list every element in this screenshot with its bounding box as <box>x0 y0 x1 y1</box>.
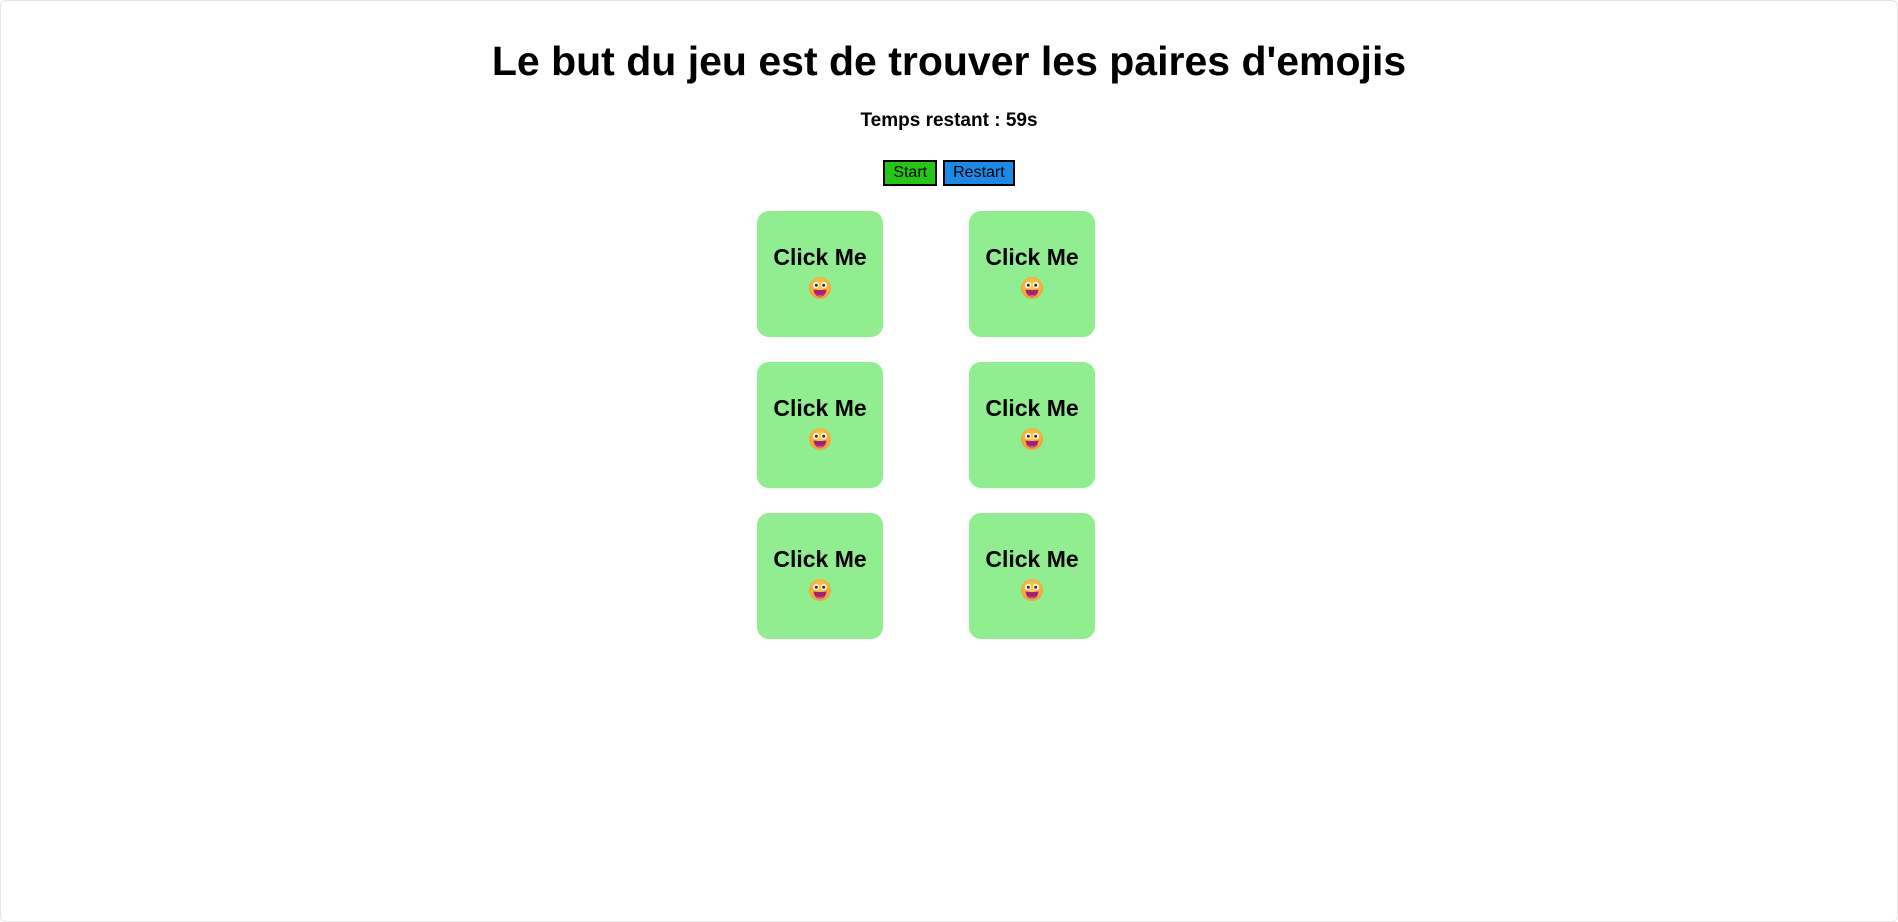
timer-display: Temps restant : 59s <box>860 110 1038 131</box>
memory-card[interactable]: Click Me <box>757 362 883 488</box>
restart-button[interactable]: Restart <box>943 160 1015 186</box>
card-label: Click Me <box>985 546 1079 572</box>
memory-card[interactable]: Click Me <box>969 362 1095 488</box>
page-title: Le but du jeu est de trouver les paires … <box>491 38 1407 84</box>
grinning-face-icon <box>809 579 831 601</box>
card-grid: Click Me Click Me Click Me Click Me Clic… <box>757 211 1095 639</box>
grinning-face-icon <box>809 277 831 299</box>
card-label: Click Me <box>773 244 867 270</box>
card-label: Click Me <box>985 395 1079 421</box>
card-label: Click Me <box>985 244 1079 270</box>
memory-card[interactable]: Click Me <box>757 211 883 337</box>
memory-card[interactable]: Click Me <box>969 211 1095 337</box>
game-controls: Start Restart <box>1 160 1897 186</box>
card-label: Click Me <box>773 546 867 572</box>
page-frame: Le but du jeu est de trouver les paires … <box>0 0 1898 922</box>
card-label: Click Me <box>773 395 867 421</box>
grinning-face-icon <box>1021 579 1043 601</box>
memory-card[interactable]: Click Me <box>969 513 1095 639</box>
start-button[interactable]: Start <box>883 160 938 186</box>
grinning-face-icon <box>809 428 831 450</box>
memory-card[interactable]: Click Me <box>757 513 883 639</box>
grinning-face-icon <box>1021 428 1043 450</box>
grinning-face-icon <box>1021 277 1043 299</box>
